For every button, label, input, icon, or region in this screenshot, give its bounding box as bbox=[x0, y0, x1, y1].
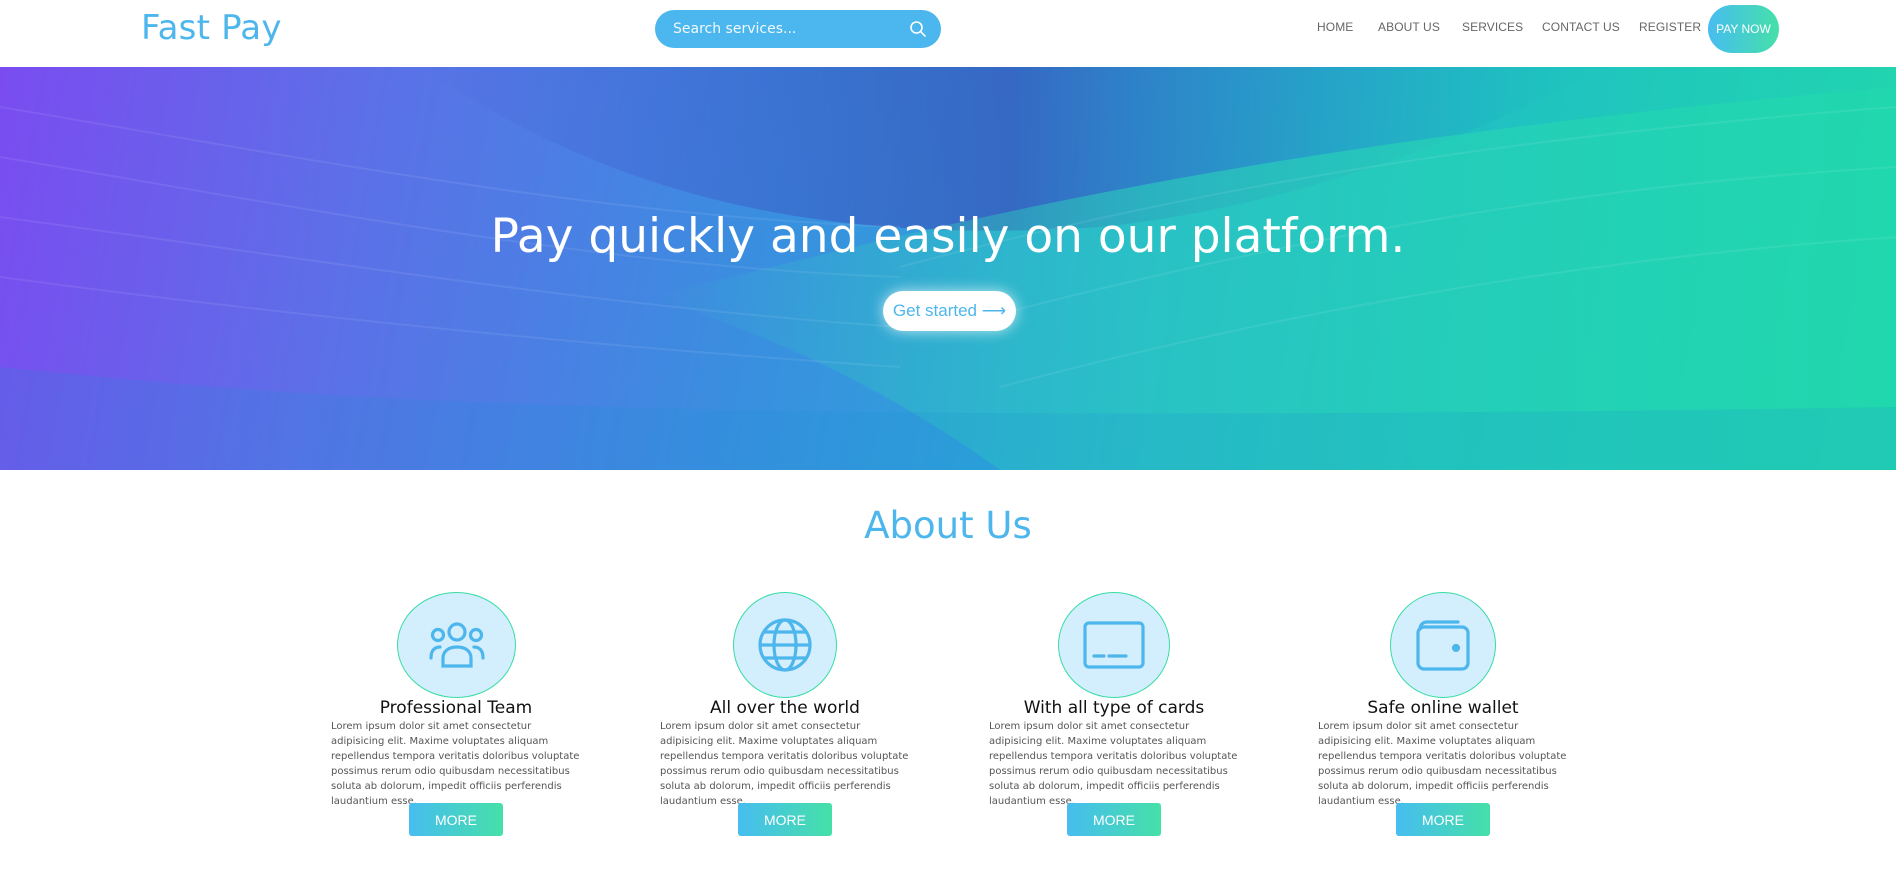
nav-home[interactable]: HOME bbox=[1317, 20, 1353, 34]
about-card-safe-online-wallet: Safe online wallet Lorem ipsum dolor sit… bbox=[1316, 592, 1570, 842]
site-header: Fast Pay Search services... HOME ABOUT U… bbox=[0, 0, 1896, 67]
hero-title: Pay quickly and easily on our platform. bbox=[490, 209, 1406, 264]
about-card-all-type-of-cards: With all type of cards Lorem ipsum dolor… bbox=[987, 592, 1241, 842]
nav-services[interactable]: SERVICES bbox=[1462, 20, 1523, 34]
site-logo[interactable]: Fast Pay bbox=[141, 8, 282, 48]
card-description: Lorem ipsum dolor sit amet consectetur a… bbox=[989, 721, 1238, 807]
pay-now-button[interactable]: PAY NOW bbox=[1708, 5, 1779, 53]
more-button[interactable]: MORE bbox=[738, 803, 832, 836]
more-button[interactable]: MORE bbox=[409, 803, 503, 836]
nav-about-us[interactable]: ABOUT US bbox=[1378, 20, 1440, 34]
hero-background bbox=[0, 67, 1896, 470]
icon-circle bbox=[733, 592, 837, 698]
wallet-icon bbox=[1416, 620, 1470, 671]
hero-banner: Pay quickly and easily on our platform. … bbox=[0, 67, 1896, 470]
icon-circle bbox=[1058, 592, 1170, 698]
card-title: Professional Team bbox=[379, 698, 533, 718]
about-us-heading: About Us bbox=[864, 504, 1032, 547]
card-title: All over the world bbox=[710, 698, 860, 718]
about-card-professional-team: Professional Team Lorem ipsum dolor sit … bbox=[329, 592, 583, 842]
search-input[interactable]: Search services... bbox=[655, 10, 941, 48]
nav-register[interactable]: REGISTER bbox=[1639, 20, 1701, 34]
card-title: With all type of cards bbox=[1023, 698, 1205, 718]
search-icon[interactable] bbox=[909, 20, 927, 38]
icon-circle bbox=[1390, 592, 1496, 698]
globe-icon bbox=[758, 618, 812, 672]
more-button[interactable]: MORE bbox=[1067, 803, 1161, 836]
card-description: Lorem ipsum dolor sit amet consectetur a… bbox=[1318, 721, 1567, 807]
get-started-button[interactable]: Get started ⟶ bbox=[883, 291, 1016, 331]
more-button[interactable]: MORE bbox=[1396, 803, 1490, 836]
card-title: Safe online wallet bbox=[1367, 698, 1519, 718]
card-icon bbox=[1083, 621, 1145, 669]
search-placeholder: Search services... bbox=[673, 21, 797, 37]
icon-circle bbox=[397, 592, 516, 698]
nav-contact-us[interactable]: CONTACT US bbox=[1542, 20, 1620, 34]
card-description: Lorem ipsum dolor sit amet consectetur a… bbox=[331, 721, 580, 807]
about-card-all-over-the-world: All over the world Lorem ipsum dolor sit… bbox=[658, 592, 912, 842]
team-icon bbox=[428, 622, 485, 668]
card-description: Lorem ipsum dolor sit amet consectetur a… bbox=[660, 721, 909, 807]
